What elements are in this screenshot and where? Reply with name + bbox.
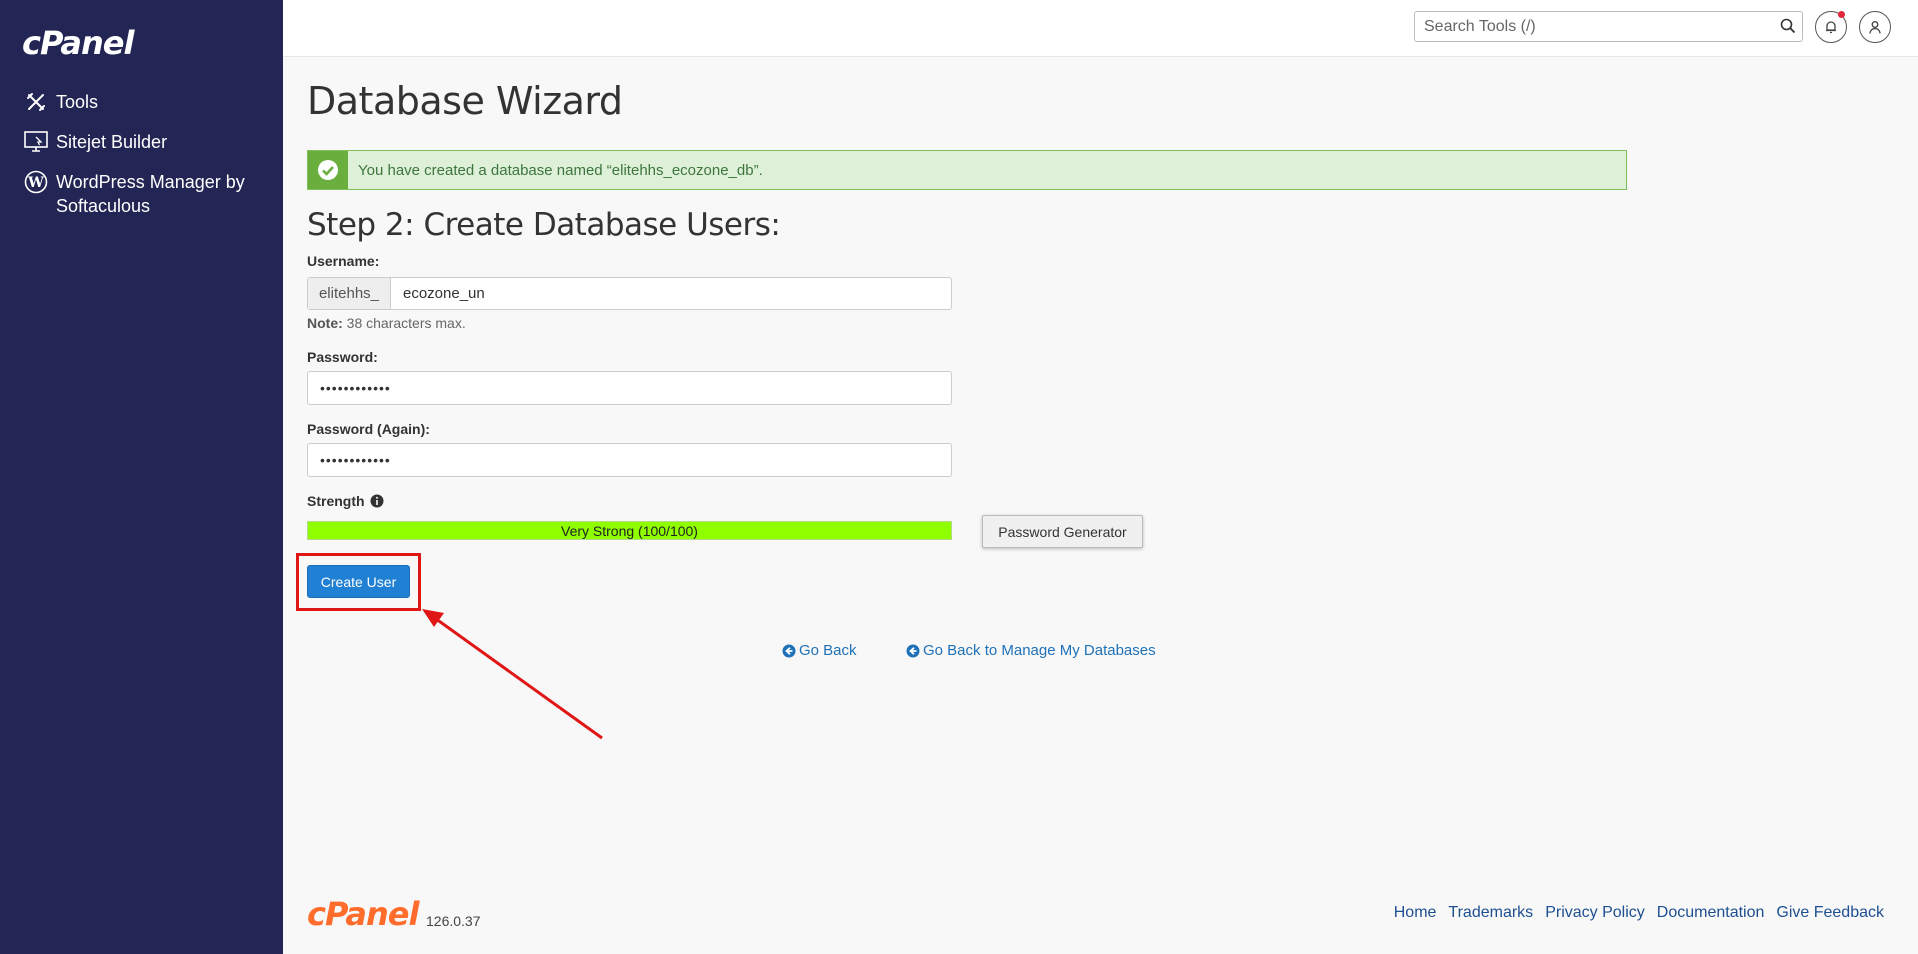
sidebar-item-tools[interactable]: Tools xyxy=(22,90,277,114)
note-label: Note: xyxy=(307,315,343,331)
sidebar-item-wordpress[interactable]: W WordPress Manager by Softaculous xyxy=(22,170,277,218)
notifications-button[interactable] xyxy=(1815,11,1847,43)
sitejet-icon xyxy=(22,130,50,154)
sidebar-item-label: Sitejet Builder xyxy=(56,132,168,152)
footer-version: 126.0.37 xyxy=(426,913,481,929)
password-generator-button[interactable]: Password Generator xyxy=(982,515,1143,548)
notification-dot xyxy=(1838,11,1845,18)
tools-icon xyxy=(22,90,50,114)
password-again-field[interactable]: •••••••••••• xyxy=(307,443,952,477)
footer-link-feedback[interactable]: Give Feedback xyxy=(1776,904,1884,922)
svg-text:W: W xyxy=(27,175,44,191)
note-text: 38 characters max. xyxy=(342,315,466,331)
search-icon[interactable] xyxy=(1780,18,1796,39)
go-back-label: Go Back xyxy=(799,642,857,659)
success-alert: You have created a database named “elite… xyxy=(307,150,1627,190)
footer-link-home[interactable]: Home xyxy=(1394,904,1437,922)
bell-icon xyxy=(1826,21,1836,34)
search-input[interactable] xyxy=(1415,12,1755,41)
sidebar-item-label: WordPress Manager by Softaculous xyxy=(56,172,245,216)
top-header xyxy=(283,0,1918,57)
arrow-circle-left-icon xyxy=(782,644,796,657)
footer-links: Home Trademarks Privacy Policy Documenta… xyxy=(1394,904,1884,922)
go-back-manage-link[interactable]: Go Back to Manage My Databases xyxy=(906,642,1156,659)
username-prefix: elitehhs_ xyxy=(308,278,391,309)
check-circle-icon xyxy=(308,151,348,189)
sidebar: cPanel Tools Sitejet Builder W WordPress… xyxy=(0,0,283,954)
step-heading: Step 2: Create Database Users: xyxy=(307,207,781,243)
alert-message: You have created a database named “elite… xyxy=(358,161,763,179)
info-icon[interactable] xyxy=(370,494,384,508)
footer-cpanel-logo: cPanel xyxy=(307,895,419,933)
wordpress-icon: W xyxy=(22,170,50,194)
username-note: Note: 38 characters max. xyxy=(307,315,466,331)
create-user-button[interactable]: Create User xyxy=(307,565,410,598)
user-menu-button[interactable] xyxy=(1859,11,1891,43)
user-icon xyxy=(1869,21,1881,34)
arrow-circle-left-icon xyxy=(906,644,920,657)
strength-label: Strength xyxy=(307,493,365,509)
footer-link-privacy[interactable]: Privacy Policy xyxy=(1545,904,1645,922)
annotation-arrow xyxy=(422,609,603,740)
search-box xyxy=(1414,11,1803,42)
password-again-label: Password (Again): xyxy=(307,421,430,437)
sidebar-nav: Tools Sitejet Builder W WordPress Manage… xyxy=(22,90,277,234)
strength-meter: Very Strong (100/100) xyxy=(307,521,952,540)
page-title: Database Wizard xyxy=(307,79,623,123)
footer-link-documentation[interactable]: Documentation xyxy=(1657,904,1765,922)
sidebar-item-sitejet[interactable]: Sitejet Builder xyxy=(22,130,277,154)
go-back-manage-label: Go Back to Manage My Databases xyxy=(923,642,1156,659)
go-back-link[interactable]: Go Back xyxy=(782,642,857,659)
cpanel-logo[interactable]: cPanel xyxy=(22,24,134,62)
password-field[interactable]: •••••••••••• xyxy=(307,371,952,405)
strength-label-row: Strength xyxy=(307,493,384,509)
sidebar-item-label: Tools xyxy=(56,92,99,112)
footer-link-trademarks[interactable]: Trademarks xyxy=(1448,904,1533,922)
username-field[interactable] xyxy=(391,278,951,309)
password-label: Password: xyxy=(307,349,378,365)
username-input-group: elitehhs_ xyxy=(307,277,952,310)
username-label: Username: xyxy=(307,253,380,269)
